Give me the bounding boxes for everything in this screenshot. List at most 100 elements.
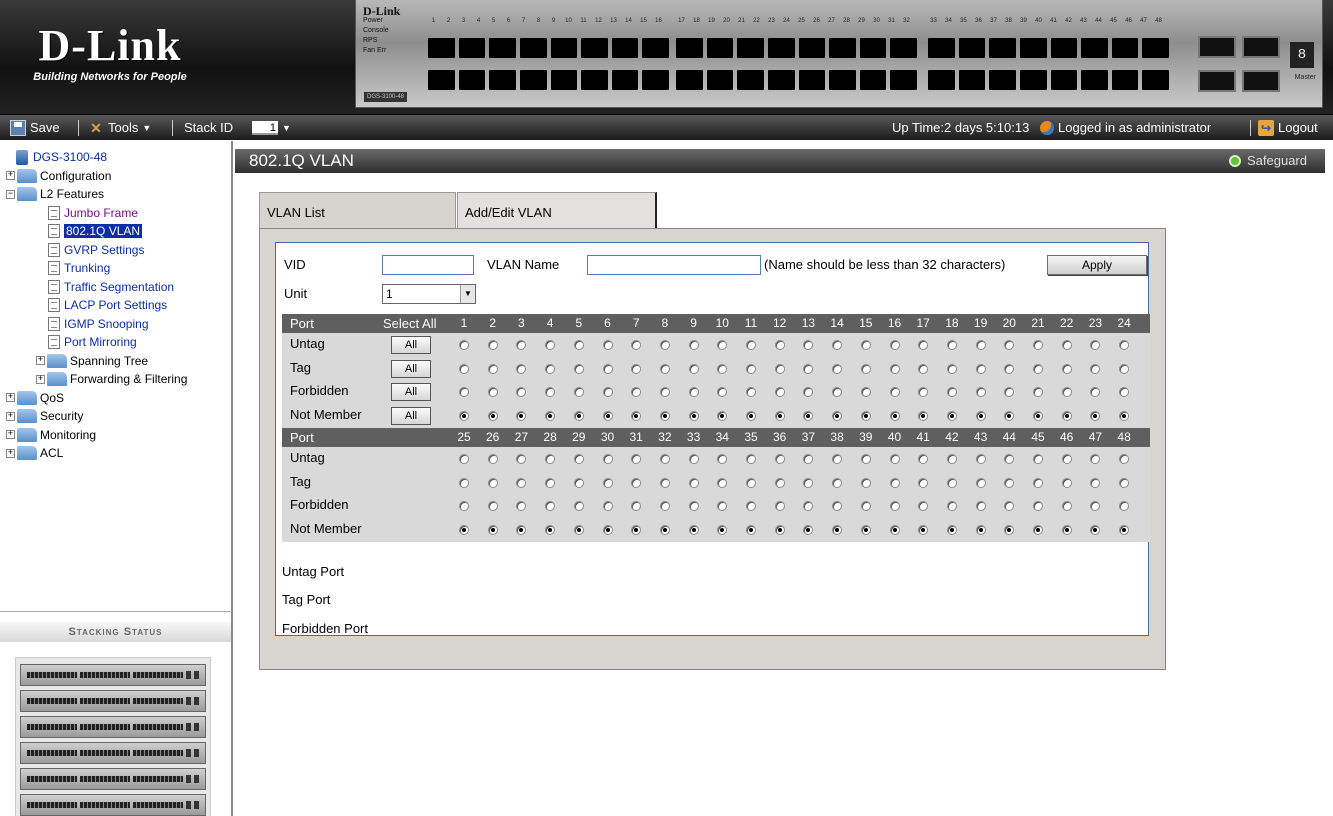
port-radio[interactable] (746, 363, 756, 374)
port-radio[interactable] (516, 363, 527, 374)
select-all-button[interactable]: All (391, 336, 431, 354)
port-radio[interactable] (487, 363, 498, 374)
port-radio[interactable] (774, 454, 785, 464)
port-radio[interactable] (688, 410, 699, 421)
stack-id-select[interactable]: 1 ▼ (252, 119, 291, 137)
port-radio[interactable] (832, 454, 843, 464)
port-radio[interactable] (746, 387, 756, 397)
port-radio[interactable] (1061, 363, 1072, 374)
port-radio[interactable] (860, 501, 871, 511)
port-radio[interactable] (832, 387, 843, 397)
port-radio[interactable] (1033, 363, 1043, 374)
port-radio[interactable] (946, 477, 957, 488)
port-radio[interactable] (918, 454, 929, 464)
port-radio[interactable] (602, 477, 613, 488)
logout-button[interactable]: ↪ Logout (1258, 119, 1318, 137)
tree-item-trunking[interactable]: Trunking (16, 259, 231, 278)
tree-item-security[interactable]: + Security (6, 407, 231, 426)
port-radio[interactable] (832, 524, 843, 535)
tree-item-qos[interactable]: + QoS (6, 389, 231, 408)
port-radio[interactable] (487, 524, 498, 535)
port-radio[interactable] (1119, 524, 1130, 535)
select-all-button[interactable]: All (391, 383, 431, 401)
apply-button[interactable]: Apply (1047, 255, 1147, 275)
port-radio[interactable] (717, 524, 728, 535)
port-radio[interactable] (832, 410, 843, 421)
port-radio[interactable] (659, 524, 670, 535)
stack-unit-image[interactable] (20, 794, 206, 816)
port-radio[interactable] (717, 387, 728, 397)
tree-item-l2-features[interactable]: − L2 Features (6, 185, 231, 204)
port-radio[interactable] (889, 363, 900, 374)
port-radio[interactable] (1004, 340, 1015, 350)
port-radio[interactable] (860, 387, 871, 397)
port-radio[interactable] (975, 387, 986, 397)
port-radio[interactable] (1119, 477, 1130, 488)
port-radio[interactable] (516, 387, 527, 397)
port-radio[interactable] (1033, 410, 1043, 421)
port-radio[interactable] (1061, 477, 1072, 488)
port-group-33-48[interactable]: 33 34 35 36 37 38 39 40 41 42 43 44 45 46 47 48 (926, 2, 1171, 102)
port-radio[interactable] (975, 454, 986, 464)
port-radio[interactable] (659, 410, 670, 421)
port-radio[interactable] (1119, 501, 1130, 511)
port-radio[interactable] (1033, 387, 1043, 397)
port-radio[interactable] (717, 501, 728, 511)
port-radio[interactable] (631, 454, 642, 464)
port-radio[interactable] (545, 340, 556, 350)
port-radio[interactable] (573, 524, 584, 535)
port-radio[interactable] (975, 340, 986, 350)
port-radio[interactable] (1119, 387, 1130, 397)
port-radio[interactable] (717, 477, 728, 488)
port-radio[interactable] (946, 387, 957, 397)
combo-sfp-port[interactable] (1198, 36, 1236, 58)
port-radio[interactable] (688, 524, 699, 535)
expand-icon[interactable]: + (36, 356, 45, 366)
port-radio[interactable] (459, 501, 469, 511)
tools-menu[interactable]: ✕ Tools ▼ (88, 119, 151, 137)
port-radio[interactable] (1004, 524, 1015, 535)
port-radio[interactable] (459, 477, 469, 488)
port-radio[interactable] (860, 454, 871, 464)
port-radio[interactable] (688, 454, 699, 464)
port-radio[interactable] (459, 454, 469, 464)
port-radio[interactable] (1090, 340, 1101, 350)
port-radio[interactable] (889, 387, 900, 397)
port-radio[interactable] (975, 410, 986, 421)
port-radio[interactable] (659, 387, 670, 397)
port-radio[interactable] (602, 387, 613, 397)
port-radio[interactable] (1061, 501, 1072, 511)
port-radio[interactable] (946, 340, 957, 350)
port-radio[interactable] (1033, 501, 1043, 511)
port-radio[interactable] (889, 454, 900, 464)
port-radio[interactable] (545, 524, 556, 535)
stack-unit-image[interactable] (20, 690, 206, 712)
port-radio[interactable] (1061, 410, 1072, 421)
port-radio[interactable] (918, 524, 929, 535)
port-radio[interactable] (774, 363, 785, 374)
port-radio[interactable] (1061, 340, 1072, 350)
port-radio[interactable] (1090, 454, 1101, 464)
port-radio[interactable] (516, 524, 527, 535)
tree-item-8021q-vlan[interactable]: 802.1Q VLAN (16, 222, 231, 241)
port-radio[interactable] (860, 363, 871, 374)
port-radio[interactable] (918, 477, 929, 488)
port-radio[interactable] (946, 501, 957, 511)
expand-icon[interactable]: + (6, 393, 15, 403)
port-radio[interactable] (1061, 524, 1072, 535)
port-radio[interactable] (774, 340, 785, 350)
select-all-button[interactable]: All (391, 406, 431, 425)
port-radio[interactable] (545, 363, 556, 374)
port-radio[interactable] (1033, 524, 1043, 535)
port-radio[interactable] (516, 454, 527, 464)
port-radio[interactable] (573, 454, 584, 464)
port-radio[interactable] (688, 340, 699, 350)
port-radio[interactable] (688, 387, 699, 397)
vlan-name-input[interactable] (587, 255, 761, 275)
expand-icon[interactable]: + (6, 171, 15, 181)
save-menu[interactable]: Save (10, 119, 60, 137)
port-radio[interactable] (774, 387, 785, 397)
port-radio[interactable] (717, 410, 728, 421)
port-radio[interactable] (1090, 477, 1101, 488)
port-radio[interactable] (487, 387, 498, 397)
